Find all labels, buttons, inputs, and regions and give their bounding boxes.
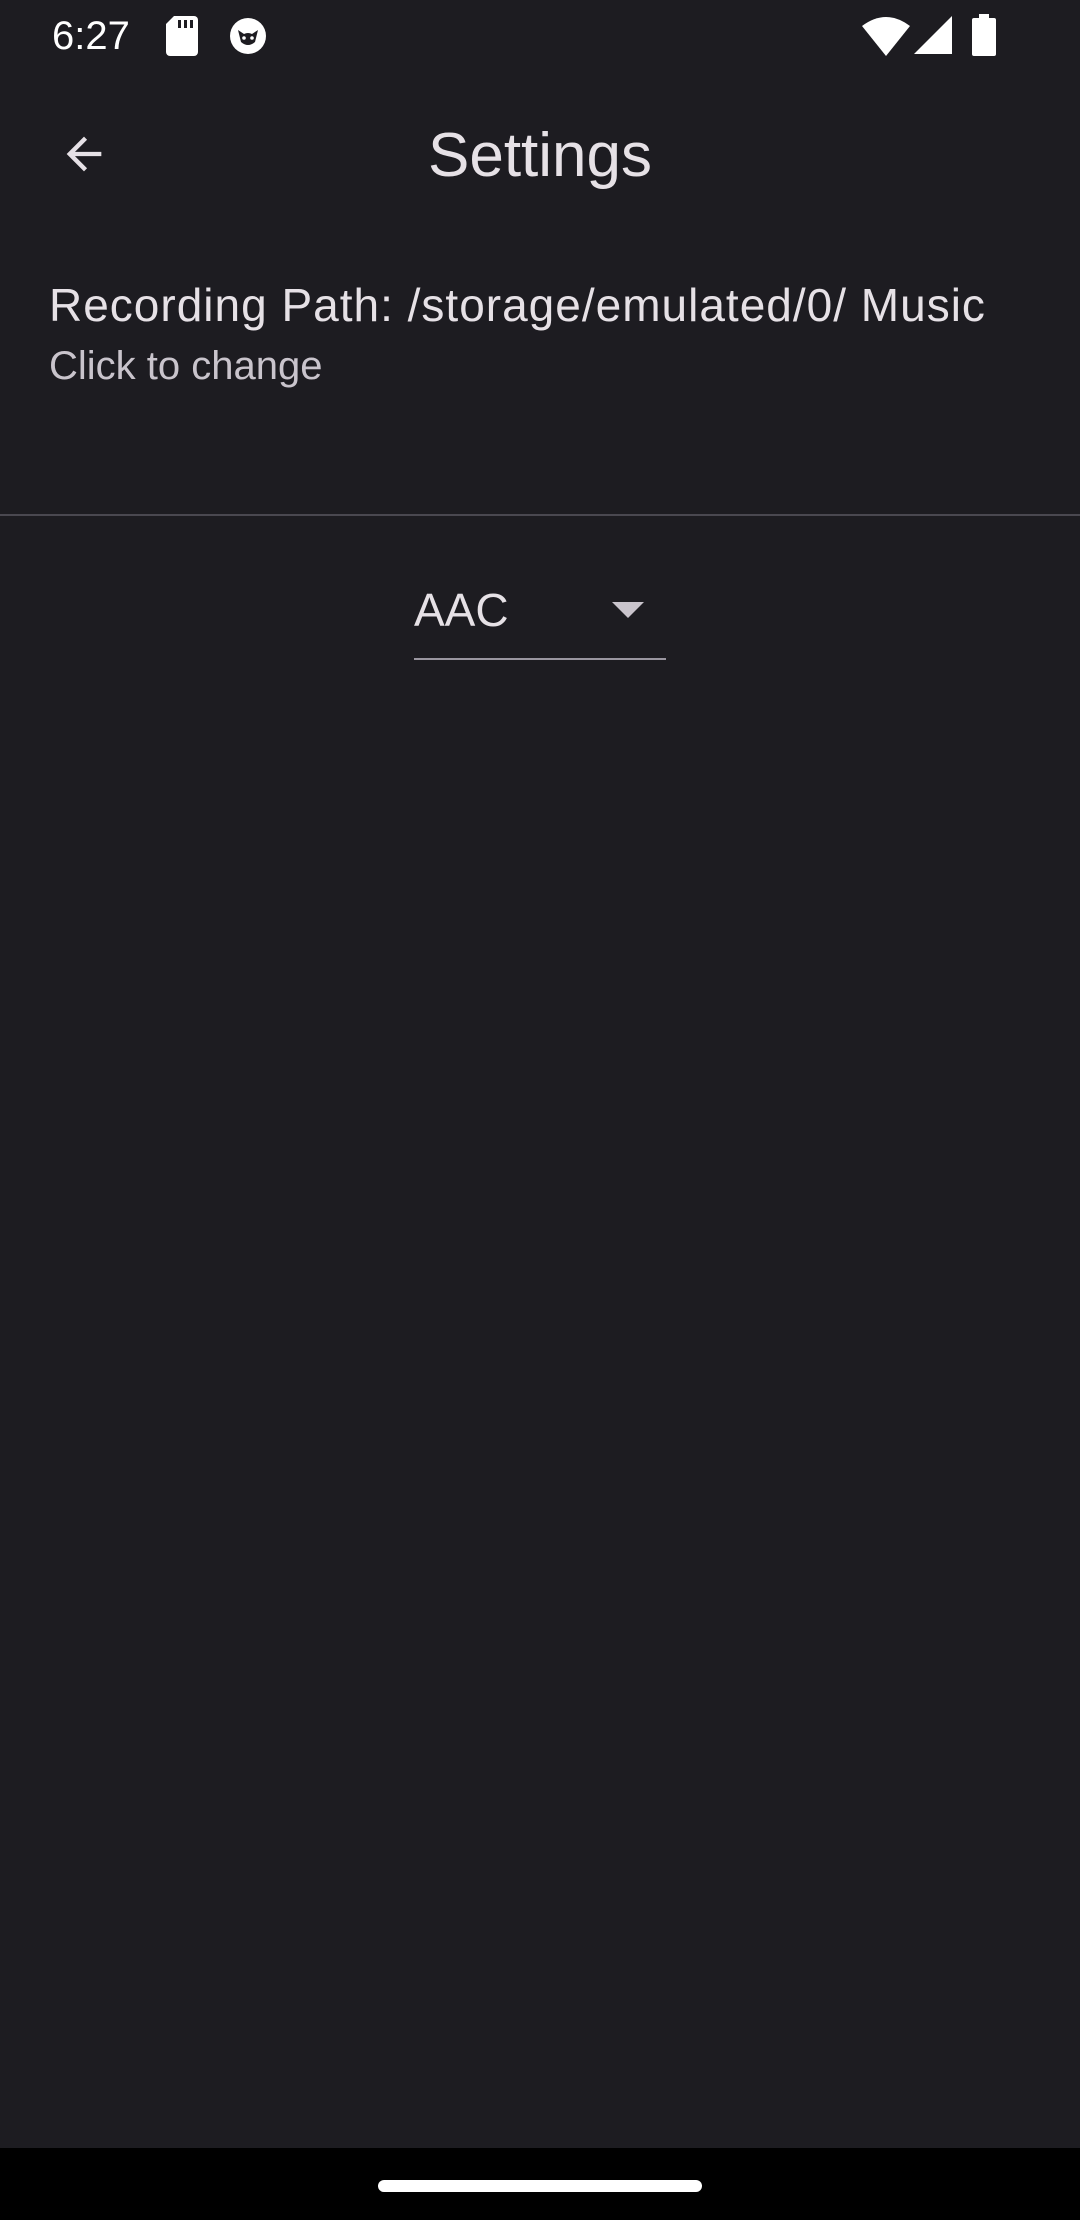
home-gesture-handle[interactable]	[378, 2180, 702, 2192]
cat-icon	[230, 18, 266, 54]
navigation-bar	[0, 2148, 1080, 2220]
settings-screen: 6:27 Settings Recording Path: /storage/e…	[0, 0, 1080, 2220]
wifi-icon	[862, 17, 910, 56]
status-time: 6:27	[52, 14, 130, 58]
status-bar: 6:27	[0, 0, 1080, 72]
divider	[0, 514, 1080, 516]
recording-path-subtitle: Click to change	[49, 344, 323, 388]
recording-path-item[interactable]: Recording Path: /storage/emulated/0/ Mus…	[0, 250, 1080, 516]
format-selected-value: AAC	[414, 584, 509, 636]
format-dropdown[interactable]: AAC	[414, 570, 666, 660]
recording-path-title: Recording Path: /storage/emulated/0/ Mus…	[49, 279, 986, 331]
page-title: Settings	[427, 121, 653, 190]
sd-card-icon	[166, 16, 198, 56]
top-app-bar: Settings	[0, 80, 1080, 230]
signal-icon	[914, 16, 952, 54]
arrow-drop-down-icon	[612, 602, 644, 618]
battery-icon	[972, 14, 996, 56]
